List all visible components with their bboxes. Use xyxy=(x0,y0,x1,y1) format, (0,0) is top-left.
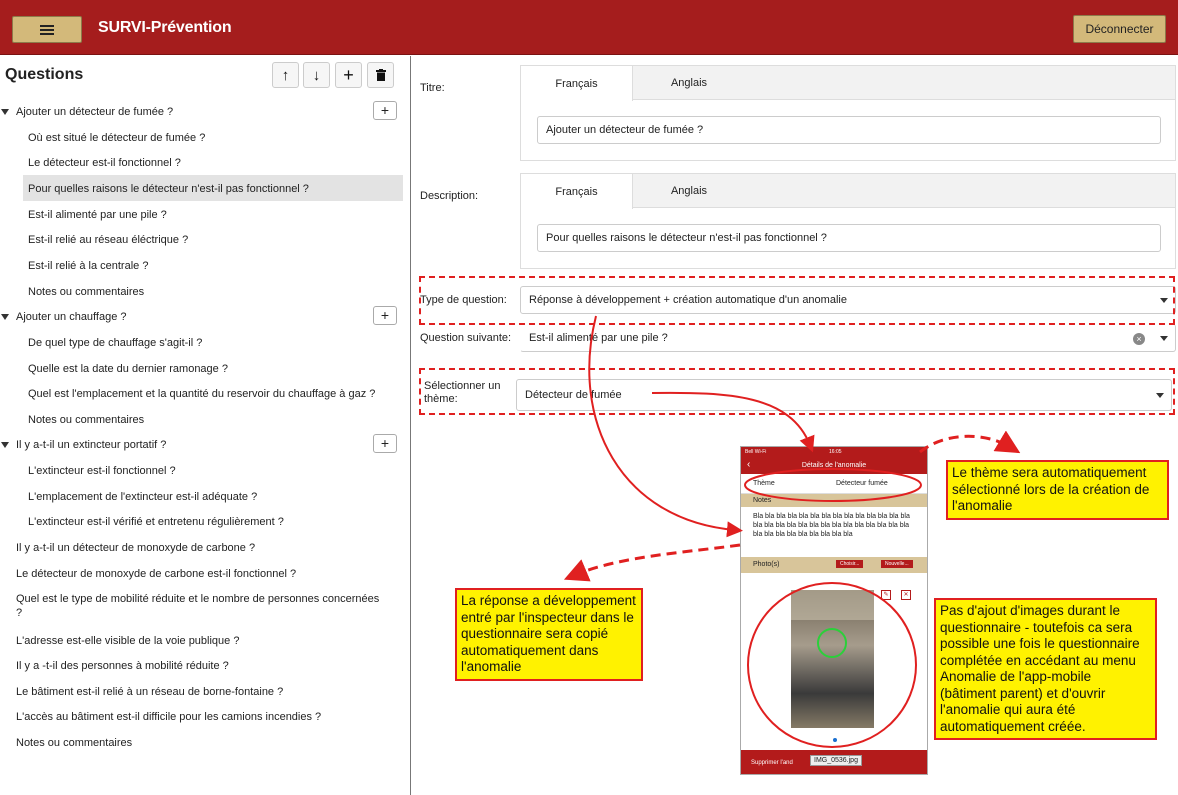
note-theme: Le thème sera automatiquement sélectionn… xyxy=(946,460,1169,520)
note-answer: La réponse a développement entré par l'i… xyxy=(455,588,643,681)
arrow-theme xyxy=(651,391,815,453)
arrow-type xyxy=(588,315,743,538)
note-images: Pas d'ajout d'images durant le questionn… xyxy=(934,598,1157,740)
arrow-theme-note xyxy=(919,430,1021,454)
theme-circle xyxy=(744,468,922,502)
arrow-answer-note xyxy=(563,543,741,582)
photo-circle xyxy=(747,582,917,748)
